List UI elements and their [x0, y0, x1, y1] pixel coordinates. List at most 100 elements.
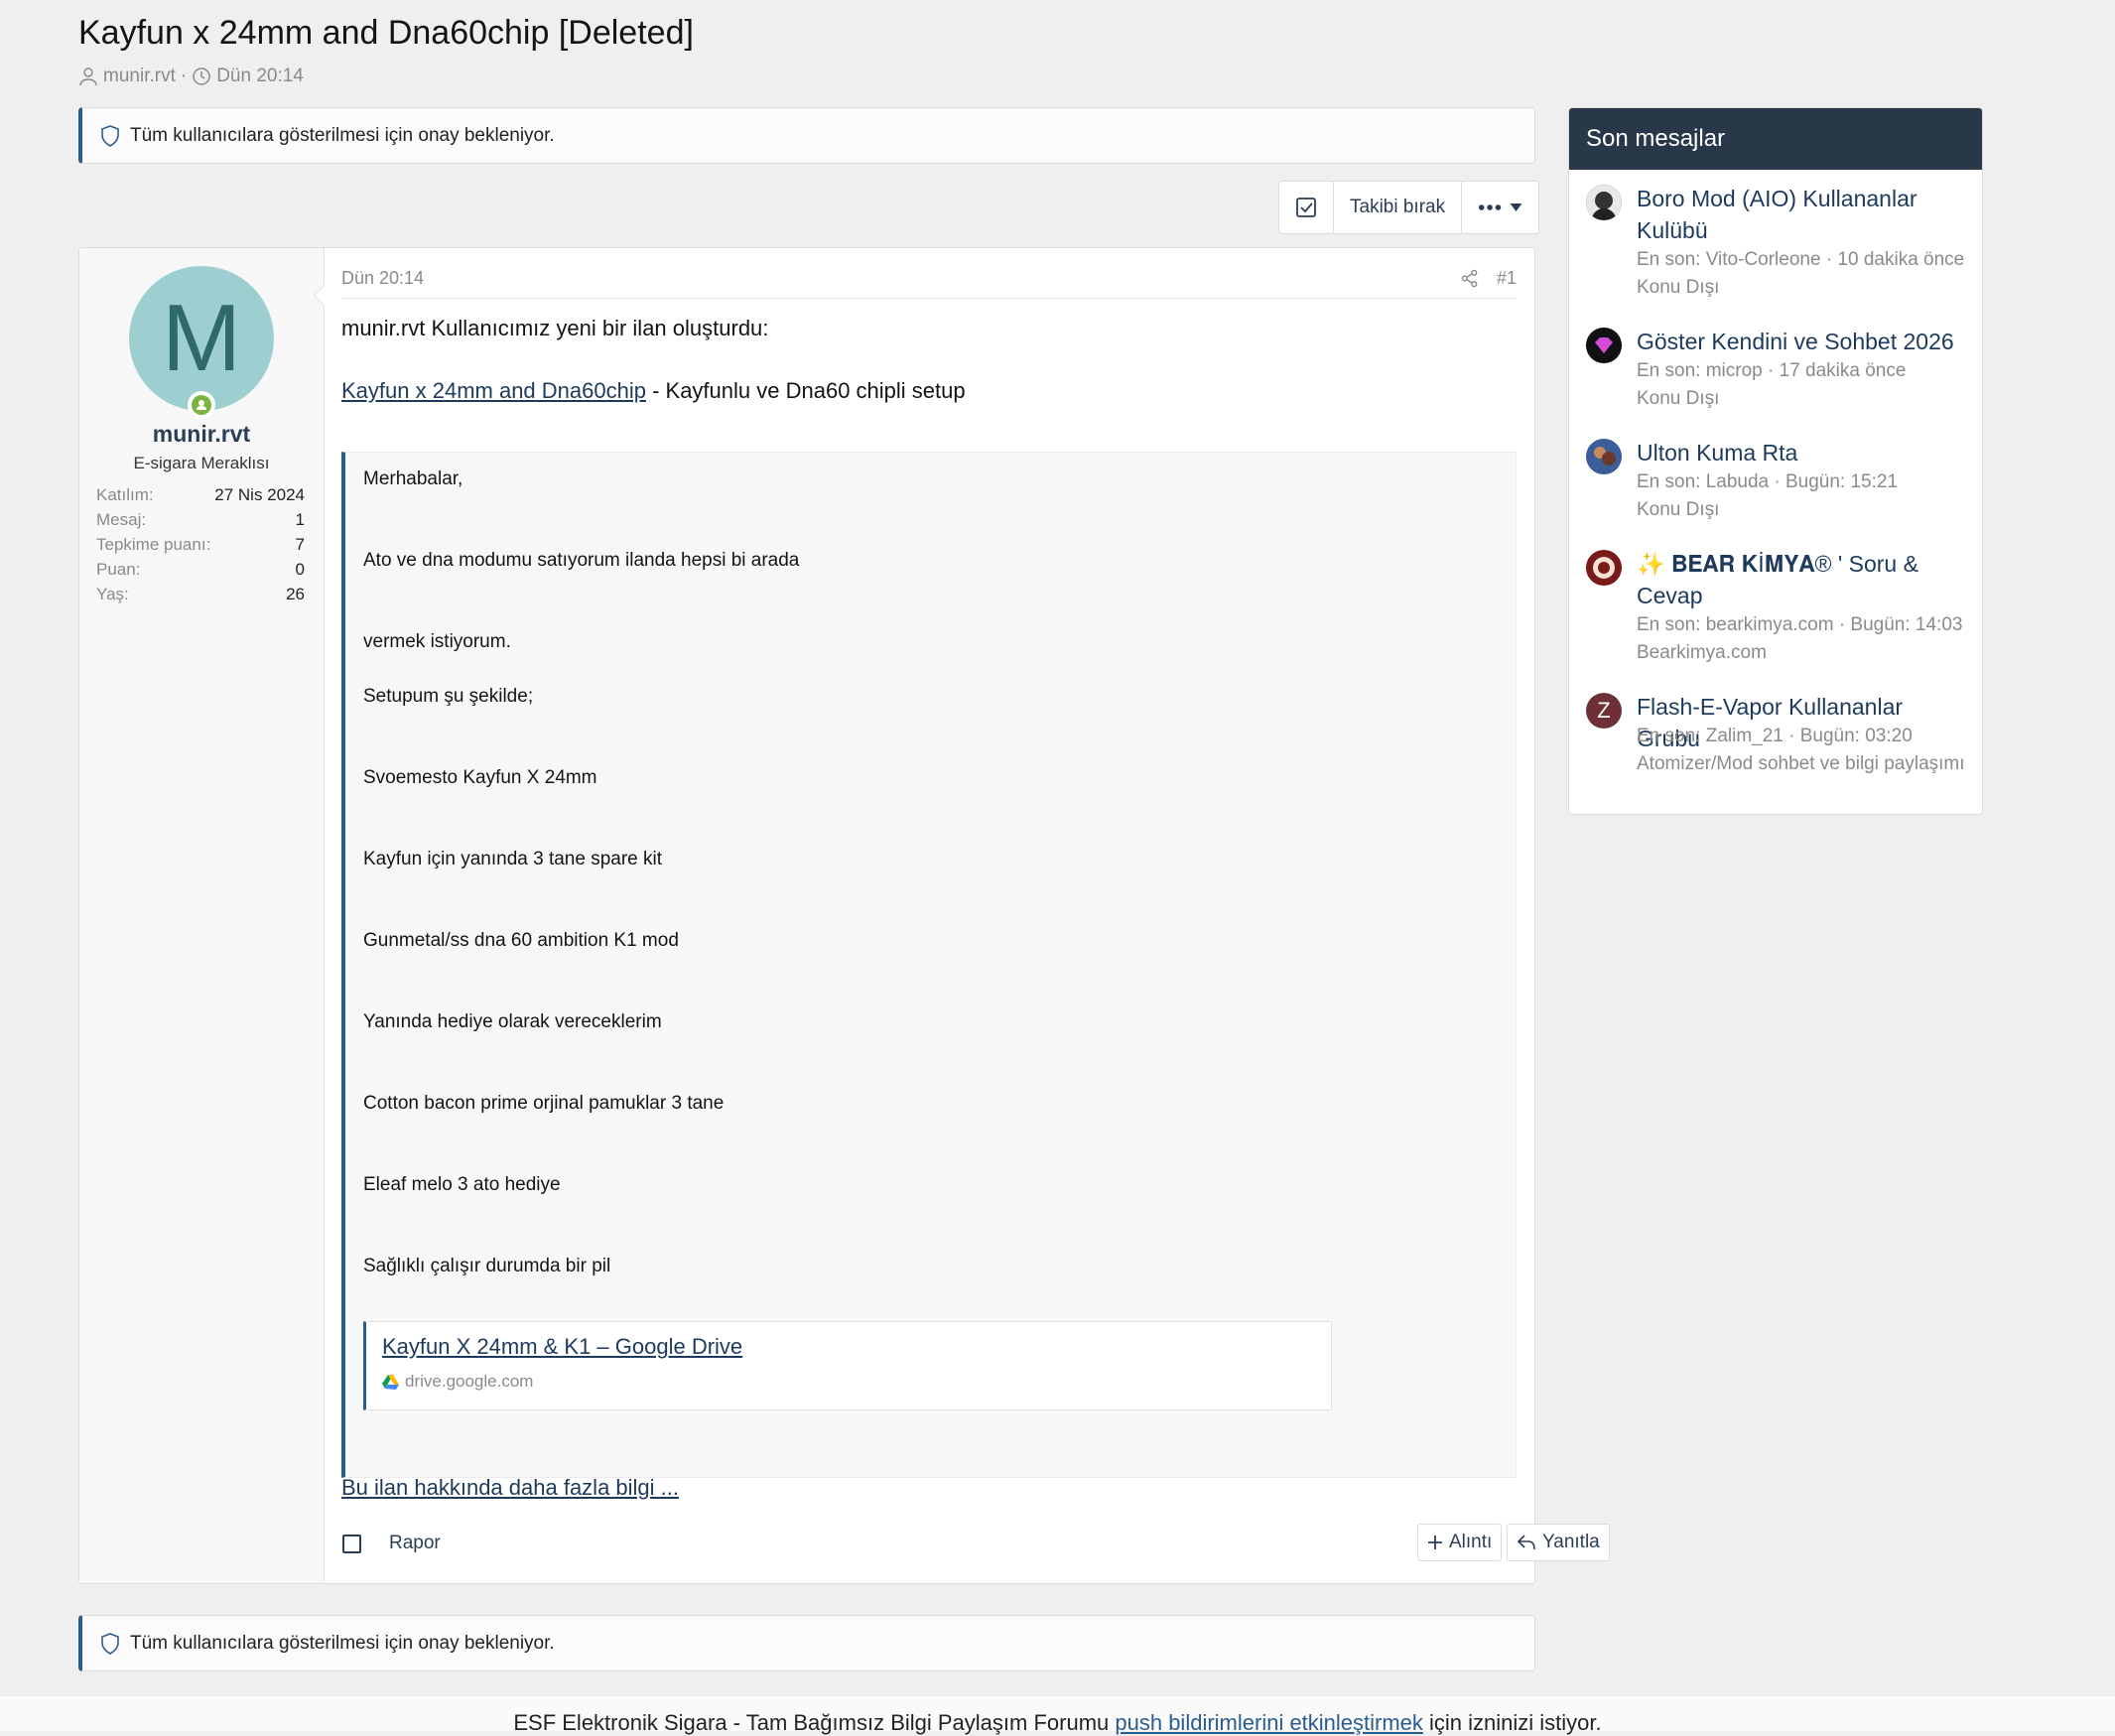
select-post-checkbox[interactable] — [342, 1535, 361, 1553]
post-header: Dün 20:14 #1 — [341, 268, 1517, 299]
shield-icon — [101, 1632, 119, 1655]
shield-icon — [101, 124, 119, 147]
quote-button-label: Alıntı — [1449, 1532, 1493, 1552]
post-date[interactable]: Dün 20:14 — [341, 268, 424, 289]
reply-button[interactable]: Yanıtla — [1507, 1524, 1610, 1561]
thread-meta: En son: Labuda · Bugün: 15:21 — [1637, 471, 1899, 492]
listing-line: Kayfun x 24mm and Dna60chip - Kayfunlu v… — [341, 378, 966, 404]
thread-meta: En son: microp · 17 dakika önce — [1637, 360, 1907, 381]
more-options-button[interactable] — [1462, 182, 1538, 233]
thread-title[interactable]: ✨ 𝐁𝐄𝐀𝐑 𝐊İ𝐌𝐘𝐀® ' Soru & Cevap — [1637, 548, 1970, 611]
ellipsis-icon — [1479, 204, 1502, 210]
approval-notice-bottom: Tüm kullanıcılara gösterilmesi için onay… — [78, 1615, 1535, 1671]
avatar[interactable] — [1586, 185, 1622, 220]
post-username[interactable]: munir.rvt — [79, 421, 324, 448]
push-enable-link[interactable]: push bildirimlerini etkinleştirmek — [1115, 1710, 1423, 1735]
thread-meta: En son: Vito-Corleone · 10 dakika önce — [1637, 249, 1965, 270]
report-link[interactable]: Rapor — [389, 1533, 441, 1554]
caret-down-icon — [1510, 203, 1522, 211]
share-icon[interactable] — [1460, 269, 1479, 288]
avatar[interactable] — [1586, 439, 1622, 474]
stat-row: Katılım: 27 Nis 2024 — [96, 482, 305, 507]
stat-row: Puan: 0 — [96, 557, 305, 582]
listing-link[interactable]: Kayfun x 24mm and Dna60chip — [341, 378, 646, 403]
post-message: M munir.rvt E-sigara Meraklısı Katılım: 2… — [78, 247, 1610, 1584]
thread-forum[interactable]: Konu Dışı — [1637, 385, 1974, 412]
quote-line: Merhabalar, — [363, 468, 463, 489]
more-info-link[interactable]: Bu ilan hakkında daha fazla bilgi ... — [341, 1475, 679, 1501]
avatar-photo-icon — [1586, 439, 1622, 474]
embed-domain-row: drive.google.com — [382, 1372, 533, 1392]
stat-label: Katılım: — [96, 484, 154, 504]
thread-forum[interactable]: Konu Dışı — [1637, 496, 1974, 523]
thread-forum[interactable]: Atomizer/Mod sohbet ve bilgi paylaşımı — [1637, 750, 1974, 777]
stat-value: 27 Nis 2024 — [214, 484, 305, 504]
thread-title[interactable]: Boro Mod (AIO) Kullananlar Kulübü — [1637, 183, 1970, 246]
push-text-suffix: için izninizi istiyor. — [1422, 1710, 1602, 1735]
avatar[interactable] — [1586, 550, 1622, 586]
thread-meta: munir.rvt · Dün 20:14 — [78, 66, 304, 87]
widget-title: Son mesajlar — [1569, 108, 1982, 170]
meta-separator: · — [180, 66, 188, 86]
stat-row: Yaş: 26 — [96, 582, 305, 606]
embed-domain: drive.google.com — [405, 1372, 534, 1391]
avatar-photo-icon — [1586, 185, 1622, 220]
post-user-column: M munir.rvt E-sigara Meraklısı Katılım: 2… — [79, 248, 325, 1583]
embed-title[interactable]: Kayfun X 24mm & K1 – Google Drive — [382, 1334, 742, 1360]
thread-meta: En son: Zalim_21 · Bugün: 03:20 — [1637, 726, 1913, 746]
quote-line: Yanında hediye olarak vereceklerim — [363, 1011, 662, 1032]
post-actions: Rapor Alıntı Yanıtla — [341, 1524, 1610, 1563]
approval-notice-top: Tüm kullanıcılara gösterilmesi için onay… — [78, 107, 1535, 164]
avatar-logo-icon — [1586, 550, 1622, 586]
post-intro: munir.rvt Kullanıcımız yeni bir ilan olu… — [341, 316, 769, 340]
stat-row: Mesaj: 1 — [96, 507, 305, 532]
listing-description: - Kayfunlu ve Dna60 chipli setup — [645, 378, 966, 403]
stat-value: 7 — [295, 534, 305, 554]
avatar[interactable]: Z — [1586, 693, 1622, 729]
select-thread-button[interactable] — [1279, 182, 1334, 233]
stat-value[interactable]: 1 — [296, 510, 305, 530]
notice-text: Tüm kullanıcılara gösterilmesi için onay… — [130, 1632, 555, 1654]
notice-text: Tüm kullanıcılara gösterilmesi için onay… — [130, 124, 555, 146]
stat-value[interactable]: 0 — [296, 560, 305, 580]
avatar[interactable]: M — [129, 266, 274, 411]
reply-button-label: Yanıtla — [1542, 1532, 1600, 1552]
listing-quote: Merhabalar, Ato ve dna modumu satıyorum … — [341, 452, 1517, 1478]
online-indicator — [188, 391, 215, 419]
clock-icon — [193, 67, 210, 85]
thread-toolbar: Takibi bırak — [1278, 181, 1540, 234]
stat-value: 26 — [286, 584, 305, 603]
thread-title[interactable]: Ulton Kuma Rta — [1637, 437, 1970, 468]
avatar[interactable] — [1586, 328, 1622, 363]
user-online-icon — [197, 400, 206, 410]
quote-line: Gunmetal/ss dna 60 ambition K1 mod — [363, 930, 679, 951]
plus-icon — [1428, 1536, 1442, 1549]
avatar-gem-icon — [1586, 328, 1622, 363]
user-icon — [79, 67, 97, 86]
stat-label: Yaş: — [96, 584, 129, 603]
push-notification-bar: ESF Elektronik Sigara - Tam Bağımsız Bil… — [0, 1696, 2115, 1735]
link-embed[interactable]: Kayfun X 24mm & K1 – Google Drive drive.… — [363, 1321, 1332, 1410]
thread-author[interactable]: munir.rvt — [103, 66, 176, 87]
push-text-prefix: ESF Elektronik Sigara - Tam Bağımsız Bil… — [513, 1710, 1116, 1735]
stat-label: Tepkime puanı: — [96, 534, 211, 554]
thread-time[interactable]: Dün 20:14 — [216, 66, 304, 87]
quote-line: Cotton bacon prime orjinal pamuklar 3 ta… — [363, 1093, 725, 1114]
user-stats: Katılım: 27 Nis 2024 Mesaj: 1 Tepkime puan… — [96, 482, 305, 606]
thread-forum[interactable]: Bearkimya.com — [1637, 639, 1974, 666]
thread-title[interactable]: Göster Kendini ve Sohbet 2026 — [1637, 326, 1970, 357]
thread-forum[interactable]: Konu Dışı — [1637, 274, 1974, 301]
checkbox-checked-icon — [1296, 198, 1316, 217]
quote-line: Setupum şu şekilde; — [363, 686, 534, 707]
quote-button[interactable]: Alıntı — [1417, 1524, 1503, 1561]
post-number[interactable]: #1 — [1497, 268, 1517, 289]
quote-line: Svoemesto Kayfun X 24mm — [363, 767, 597, 788]
page-title: Kayfun x 24mm and Dna60chip [Deleted] — [78, 14, 694, 52]
user-title: E-sigara Meraklısı — [133, 454, 270, 472]
google-drive-icon — [382, 1374, 399, 1390]
stat-label: Puan: — [96, 559, 141, 579]
quote-line: Ato ve dna modumu satıyorum ilanda hepsi… — [363, 550, 800, 571]
quote-line: Eleaf melo 3 ato hediye — [363, 1174, 561, 1195]
quote-line: vermek istiyorum. — [363, 631, 511, 652]
unwatch-button[interactable]: Takibi bırak — [1334, 182, 1463, 233]
